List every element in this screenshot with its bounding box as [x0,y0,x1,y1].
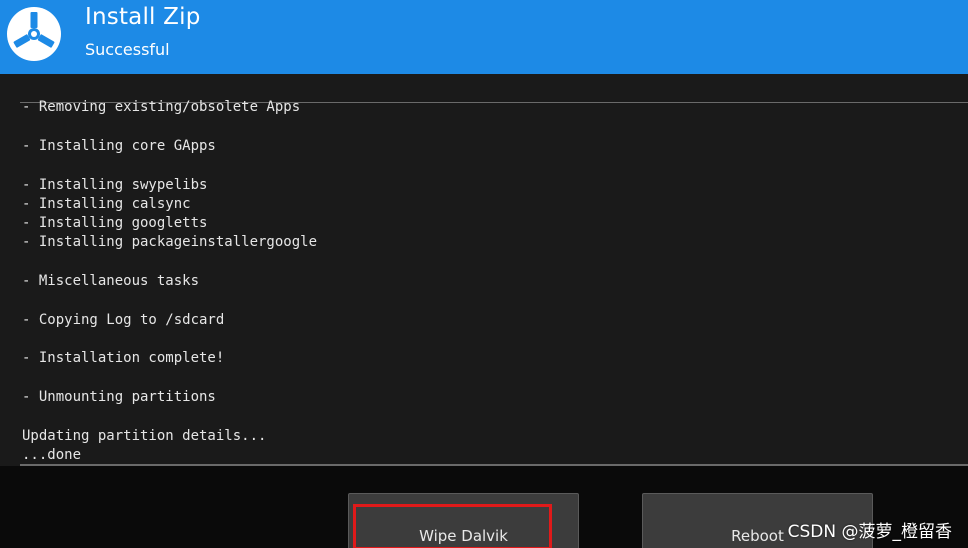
status-subtitle: Successful [85,40,170,59]
page-title: Install Zip [85,4,201,30]
log-line: - Unmounting partitions [22,389,216,405]
log-line: - Installing calsync [22,196,191,212]
log-line: - Miscellaneous tasks [22,273,200,289]
log-line: - Installing core GApps [22,138,216,154]
log-line: - Installing googletts [22,215,208,231]
log-console[interactable]: - Removing existing/obsolete Apps - Inst… [0,74,968,466]
twrp-screen: Install Zip Successful - Removing existi… [0,0,968,548]
log-line: - Removing existing/obsolete Apps [22,99,301,115]
red-highlight-annotation [353,504,552,548]
log-line: - Installation complete! [22,350,225,366]
log-line: - Copying Log to /sdcard [22,312,225,328]
log-line: - Installing packageinstallergoogle [22,234,318,250]
header-bar: Install Zip Successful [0,0,968,74]
log-line: Updating partition details... [22,428,267,444]
watermark: CSDN @菠萝_橙留香 [787,522,952,542]
log-line: ...done [22,447,82,463]
twrp-logo-icon [6,6,62,62]
log-line: - Installing swypelibs [22,177,208,193]
